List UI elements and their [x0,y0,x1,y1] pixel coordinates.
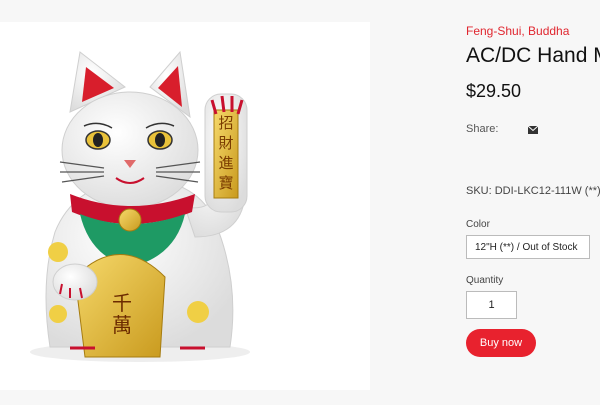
color-select-value: 12"H (**) / Out of Stock [475,241,578,253]
maneki-neko-image: 招 財 進 寶 千 萬 [30,50,250,362]
svg-text:寶: 寶 [218,174,233,192]
share-label: Share: [466,123,499,135]
collection-links[interactable]: Feng-Shui, Buddha [466,24,569,38]
color-select[interactable]: 12"H (**) / Out of Stock [466,235,590,259]
svg-text:招: 招 [218,114,233,132]
mail-icon[interactable] [528,126,538,134]
sku-text: SKU: DDI-LKC12-111W (**) [466,185,600,197]
color-label: Color [466,219,490,230]
svg-text:萬: 萬 [112,313,132,337]
quantity-input[interactable]: 1 [466,291,517,319]
product-image: 招 財 進 寶 千 萬 [0,22,370,390]
buy-now-button[interactable]: Buy now [466,329,536,357]
coin-characters: 千 萬 [112,291,132,337]
product-price: $29.50 [466,81,522,101]
product-info: Feng-Shui, Buddha AC/DC Hand Motion Cat … [466,0,600,405]
svg-text:千: 千 [112,291,132,315]
product-title: AC/DC Hand Motion Cat [466,44,600,67]
quantity-label: Quantity [466,275,504,286]
svg-text:進: 進 [218,154,233,172]
svg-text:財: 財 [218,134,233,152]
